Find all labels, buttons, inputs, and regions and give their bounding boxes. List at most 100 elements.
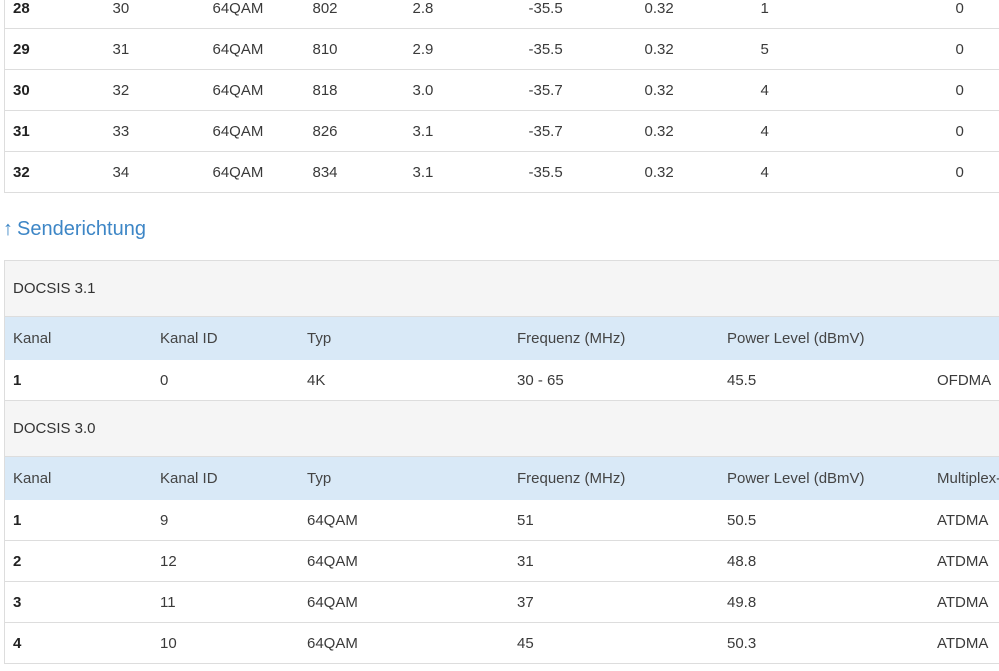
cell-kanal: 31 [4, 110, 105, 152]
cell-multiplex: ATDMA [929, 540, 999, 582]
cell-kanal: 30 [4, 69, 105, 111]
col-header-power: Power Level (dBmV) [719, 457, 929, 500]
col-header-kanal-id: Kanal ID [152, 457, 299, 500]
cell-power: 50.5 [719, 500, 929, 541]
cell-typ: 64QAM [204, 0, 305, 29]
upstream-section-title: ↑ Senderichtung [3, 218, 146, 241]
docsis30-header-row: Kanal Kanal ID Typ Frequenz (MHz) Power … [5, 457, 999, 500]
cell-typ: 64QAM [299, 581, 509, 623]
cell-typ: 64QAM [299, 540, 509, 582]
cell-kanal: 4 [5, 622, 152, 664]
table-row: 3 11 64QAM 37 49.8 ATDMA [5, 581, 999, 623]
cell-multiplex: ATDMA [929, 500, 999, 541]
cell-kanal: 1 [5, 500, 152, 541]
cell-latenz: 0.32 [636, 28, 753, 70]
table-row: 29 31 64QAM 810 2.9 -35.5 0.32 5 0 [4, 28, 999, 70]
table-row: 1 0 4K 30 - 65 45.5 OFDMA [5, 360, 999, 401]
cell-frequenz: 31 [509, 540, 719, 582]
col-header-kanal: Kanal [5, 457, 152, 500]
cell-kanal: 1 [5, 360, 152, 401]
docsis30-group-header: DOCSIS 3.0 [5, 401, 999, 457]
cell-power: 2.9 [404, 28, 521, 70]
cell-kanal-id: 11 [152, 581, 299, 623]
cell-kanal-id: 31 [104, 28, 205, 70]
cell-typ: 64QAM [299, 500, 509, 541]
cell-kanal-id: 0 [152, 360, 299, 401]
cell-frequenz: 37 [509, 581, 719, 623]
cell-kanal-id: 34 [104, 151, 205, 193]
cell-typ: 64QAM [299, 622, 509, 664]
cell-kanal-id: 30 [104, 0, 205, 29]
col-header-power: Power Level (dBmV) [719, 317, 929, 360]
cell-kanal: 28 [4, 0, 105, 29]
cell-power: 48.8 [719, 540, 929, 582]
cell-typ: 64QAM [204, 151, 305, 193]
downstream-table: 28 30 64QAM 802 2.8 -35.5 0.32 1 0 29 31 64QAM 810 2.… [4, 0, 999, 193]
col-header-frequenz: Frequenz (MHz) [509, 457, 719, 500]
col-header-typ: Typ [299, 457, 509, 500]
docsis31-group-header: DOCSIS 3.1 [5, 261, 999, 317]
cell-latenz: 0.32 [636, 151, 753, 193]
table-row: 1 9 64QAM 51 50.5 ATDMA [5, 500, 999, 541]
cell-frequenz: 834 [304, 151, 405, 193]
cell-nicht-korr: 0 [947, 0, 999, 29]
cell-mer: -35.5 [520, 0, 637, 29]
cell-latenz: 0.32 [636, 110, 753, 152]
cell-kanal: 32 [4, 151, 105, 193]
cell-nicht-korr: 0 [947, 151, 999, 193]
col-header-typ: Typ [299, 317, 509, 360]
cell-power: 50.3 [719, 622, 929, 664]
cell-typ: 64QAM [204, 28, 305, 70]
col-header-kanal-id: Kanal ID [152, 317, 299, 360]
cell-frequenz: 818 [304, 69, 405, 111]
cell-korr: 4 [752, 151, 948, 193]
cell-frequenz: 45 [509, 622, 719, 664]
cell-korr: 5 [752, 28, 948, 70]
table-row: 28 30 64QAM 802 2.8 -35.5 0.32 1 0 [4, 0, 999, 29]
cell-kanal: 3 [5, 581, 152, 623]
cell-kanal-id: 10 [152, 622, 299, 664]
cell-mer: -35.5 [520, 28, 637, 70]
cell-mer: -35.7 [520, 110, 637, 152]
table-row: 2 12 64QAM 31 48.8 ATDMA [5, 540, 999, 582]
cell-kanal-id: 12 [152, 540, 299, 582]
cell-latenz: 0.32 [636, 69, 753, 111]
cell-frequenz: 802 [304, 0, 405, 29]
cell-typ: 64QAM [204, 69, 305, 111]
table-row: 4 10 64QAM 45 50.3 ATDMA [5, 622, 999, 664]
cell-kanal-id: 9 [152, 500, 299, 541]
cell-nicht-korr: 0 [947, 69, 999, 111]
cell-nicht-korr: 0 [947, 28, 999, 70]
cell-korr: 1 [752, 0, 948, 29]
cell-frequenz: 810 [304, 28, 405, 70]
cell-kanal-id: 33 [104, 110, 205, 152]
arrow-up-icon: ↑ [3, 218, 13, 240]
table-row: 31 33 64QAM 826 3.1 -35.7 0.32 4 0 [4, 110, 999, 152]
cell-typ: 4K [299, 360, 509, 401]
cell-nicht-korr: 0 [947, 110, 999, 152]
docsis31-header-row: Kanal Kanal ID Typ Frequenz (MHz) Power … [5, 317, 999, 360]
cell-power: 49.8 [719, 581, 929, 623]
upstream-title-text: Senderichtung [17, 218, 146, 240]
cell-latenz: 0.32 [636, 0, 753, 29]
cell-power: 3.0 [404, 69, 521, 111]
cell-power: 3.1 [404, 151, 521, 193]
cell-power: 2.8 [404, 0, 521, 29]
cell-mer: -35.5 [520, 151, 637, 193]
page: 28 30 64QAM 802 2.8 -35.5 0.32 1 0 29 31 64QAM 810 2.… [0, 0, 999, 671]
cell-kanal: 2 [5, 540, 152, 582]
table-row: 32 34 64QAM 834 3.1 -35.5 0.32 4 0 [4, 151, 999, 193]
cell-multiplex: OFDMA [929, 360, 999, 401]
cell-frequenz: 826 [304, 110, 405, 152]
cell-korr: 4 [752, 69, 948, 111]
table-row: 30 32 64QAM 818 3.0 -35.7 0.32 4 0 [4, 69, 999, 111]
docsis31-table: Kanal Kanal ID Typ Frequenz (MHz) Power … [5, 317, 999, 401]
cell-multiplex: ATDMA [929, 622, 999, 664]
cell-korr: 4 [752, 110, 948, 152]
cell-multiplex: ATDMA [929, 581, 999, 623]
cell-frequenz: 51 [509, 500, 719, 541]
col-header-frequenz: Frequenz (MHz) [509, 317, 719, 360]
cell-power: 45.5 [719, 360, 929, 401]
cell-kanal: 29 [4, 28, 105, 70]
upstream-container: DOCSIS 3.1 Kanal Kanal ID Typ Frequenz (… [4, 260, 999, 664]
